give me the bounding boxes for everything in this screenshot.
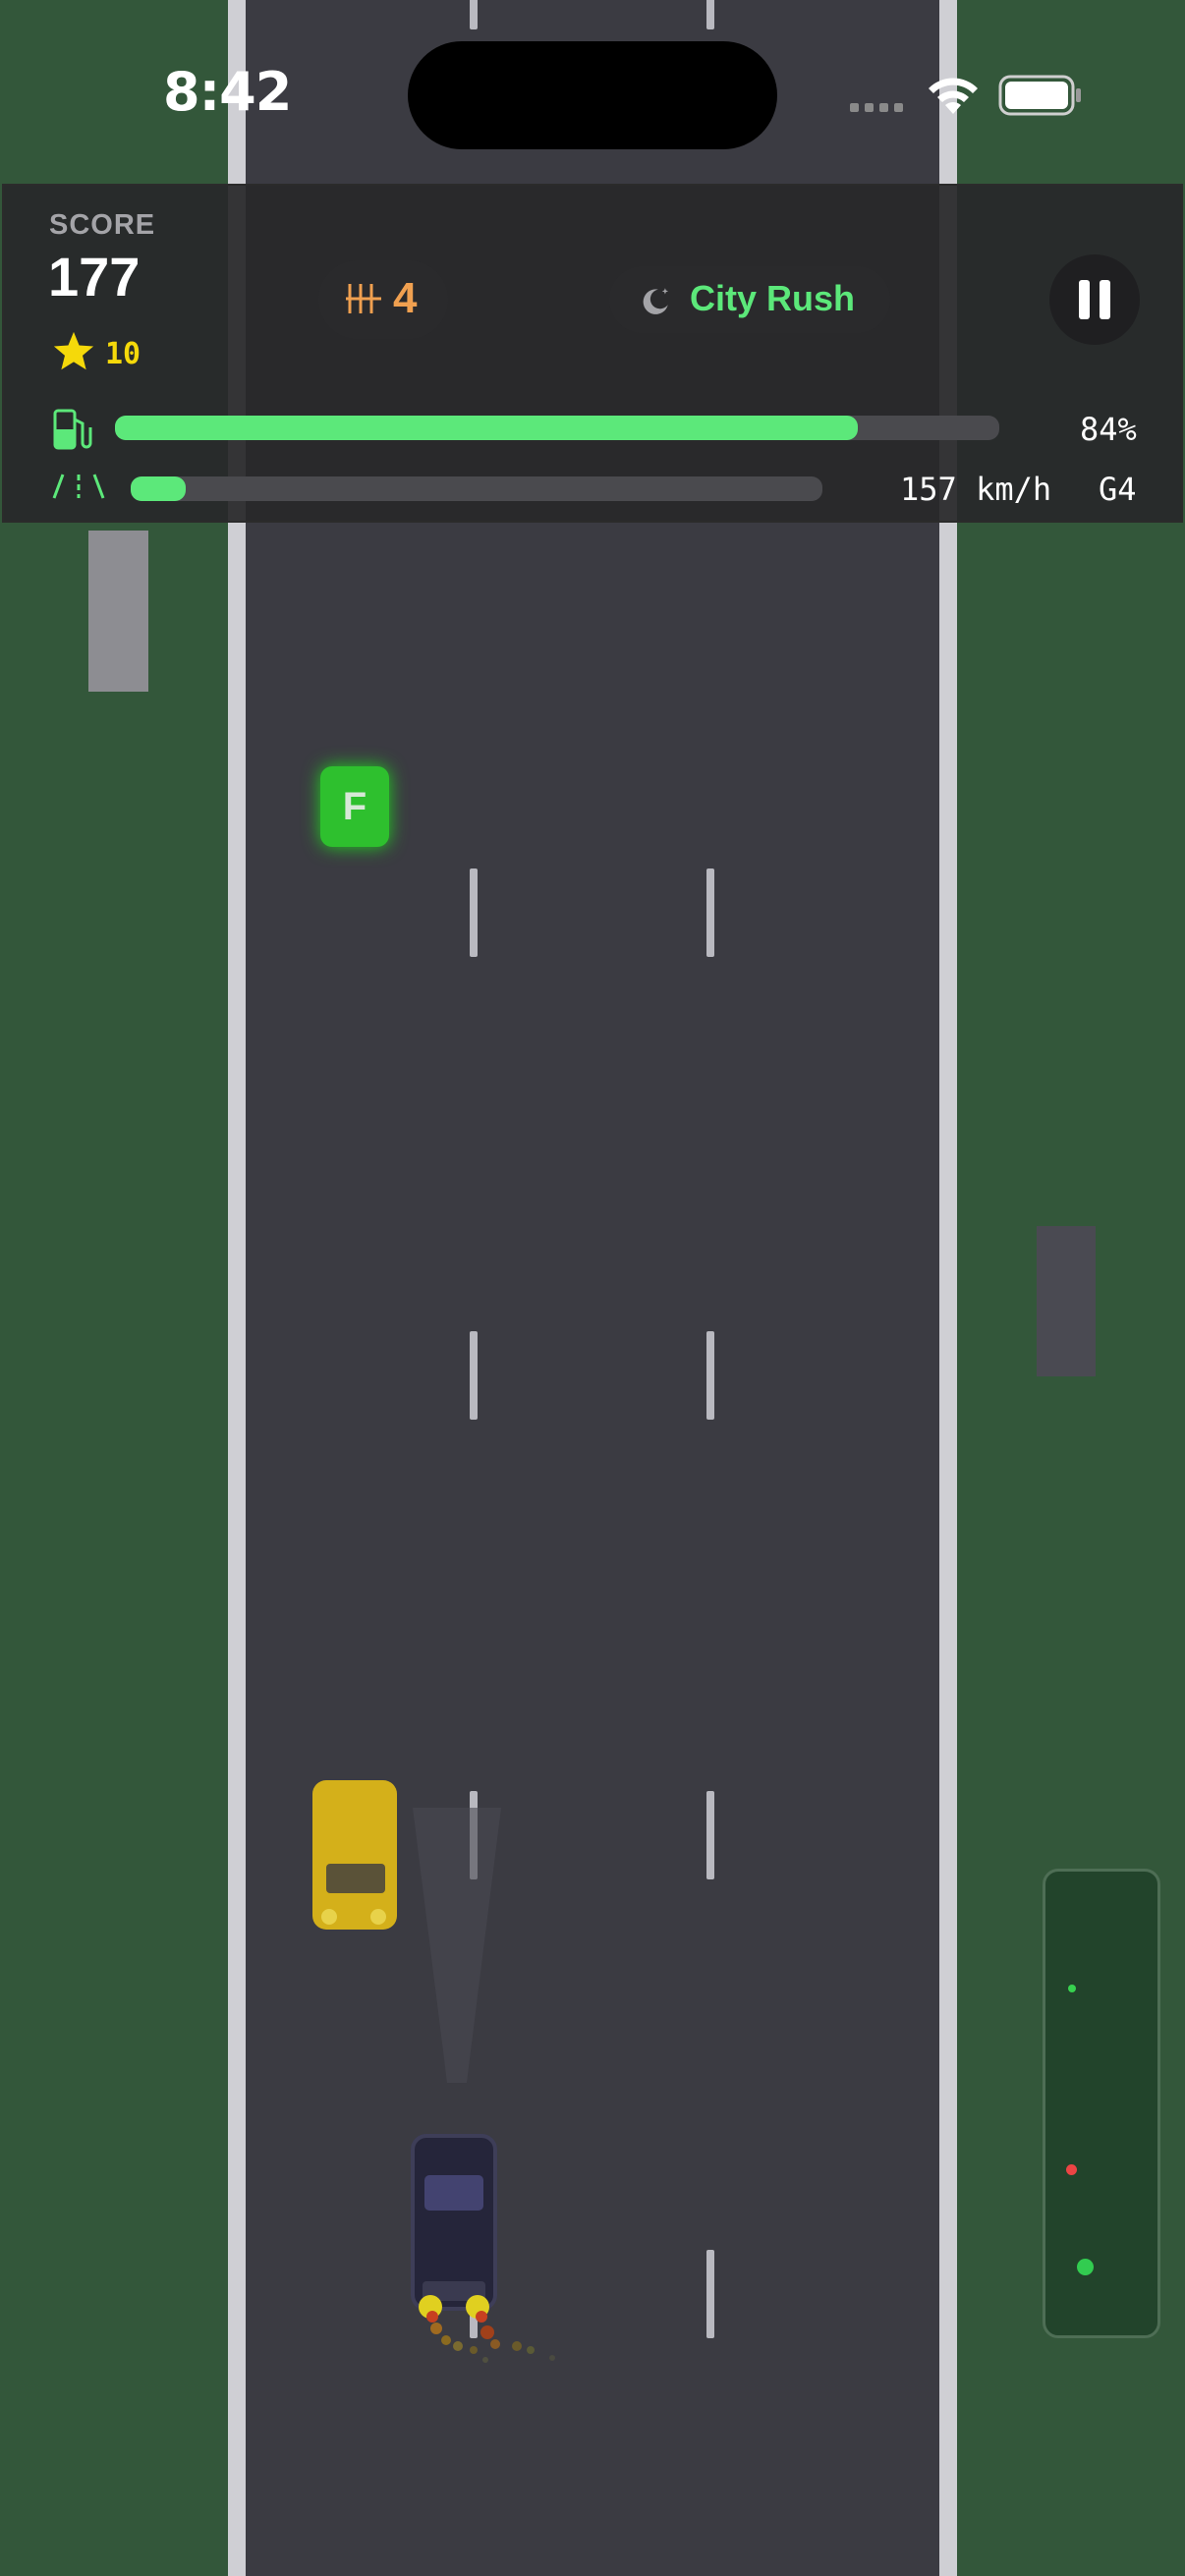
pause-button[interactable] xyxy=(1049,254,1140,345)
wifi-icon xyxy=(929,78,978,114)
gear-value-text: G4 xyxy=(1099,471,1137,508)
mode-pill: City Rush xyxy=(609,266,890,333)
lane-dash xyxy=(706,1331,714,1420)
taxi-light xyxy=(321,1909,337,1925)
taxi-window xyxy=(326,1864,385,1893)
minimap-pickup-dot xyxy=(1068,1985,1076,1992)
fuel-bar xyxy=(115,416,999,440)
dynamic-island xyxy=(408,41,777,149)
battery-icon xyxy=(998,75,1081,116)
status-time: 8:42 xyxy=(163,61,292,123)
star-icon xyxy=(53,331,94,370)
gear-value: 4 xyxy=(393,274,418,322)
fuel-pump-icon xyxy=(53,409,92,450)
hud-panel: SCORE 177 10 4 City Rush 84% 157 km/h G4 xyxy=(2,184,1183,523)
headlight-beam xyxy=(413,1808,501,2083)
fuel-pickup: F xyxy=(320,766,389,847)
player-car xyxy=(411,2134,497,2311)
lane-dash xyxy=(470,868,478,957)
fuel-percent: 84% xyxy=(1080,411,1137,448)
signal-icon xyxy=(850,103,903,112)
speed-bar xyxy=(131,476,822,501)
minimap-player-dot xyxy=(1077,2259,1094,2275)
score-value: 177 xyxy=(48,246,141,308)
fuel-pickup-letter: F xyxy=(342,784,367,828)
gear-indicator: 4 xyxy=(318,260,448,339)
lane-dash xyxy=(470,1331,478,1420)
gears-icon xyxy=(346,284,381,313)
taxi-light xyxy=(370,1909,386,1925)
roadside-building xyxy=(1037,1226,1096,1376)
exhaust-particles xyxy=(419,2295,555,2363)
speed-bar-fill xyxy=(131,476,187,501)
taxi-car xyxy=(312,1780,397,1930)
minimap xyxy=(1043,1869,1160,2338)
fuel-bar-fill xyxy=(115,416,858,440)
status-bar: 8:42 xyxy=(0,0,1185,187)
pause-icon xyxy=(1079,280,1110,319)
stars-count: 10 xyxy=(105,337,141,371)
roadside-building xyxy=(88,531,148,692)
lane-dash xyxy=(706,868,714,957)
lane-dash xyxy=(706,1791,714,1879)
moon-icon xyxy=(643,288,669,314)
minimap-enemy-dot xyxy=(1066,2164,1077,2175)
score-label: SCORE xyxy=(49,209,156,241)
speed-value: 157 km/h xyxy=(900,471,1052,508)
road-icon xyxy=(52,474,105,499)
lane-dash xyxy=(706,2250,714,2338)
mode-label: City Rush xyxy=(690,278,856,318)
player-car-windshield xyxy=(424,2175,483,2211)
